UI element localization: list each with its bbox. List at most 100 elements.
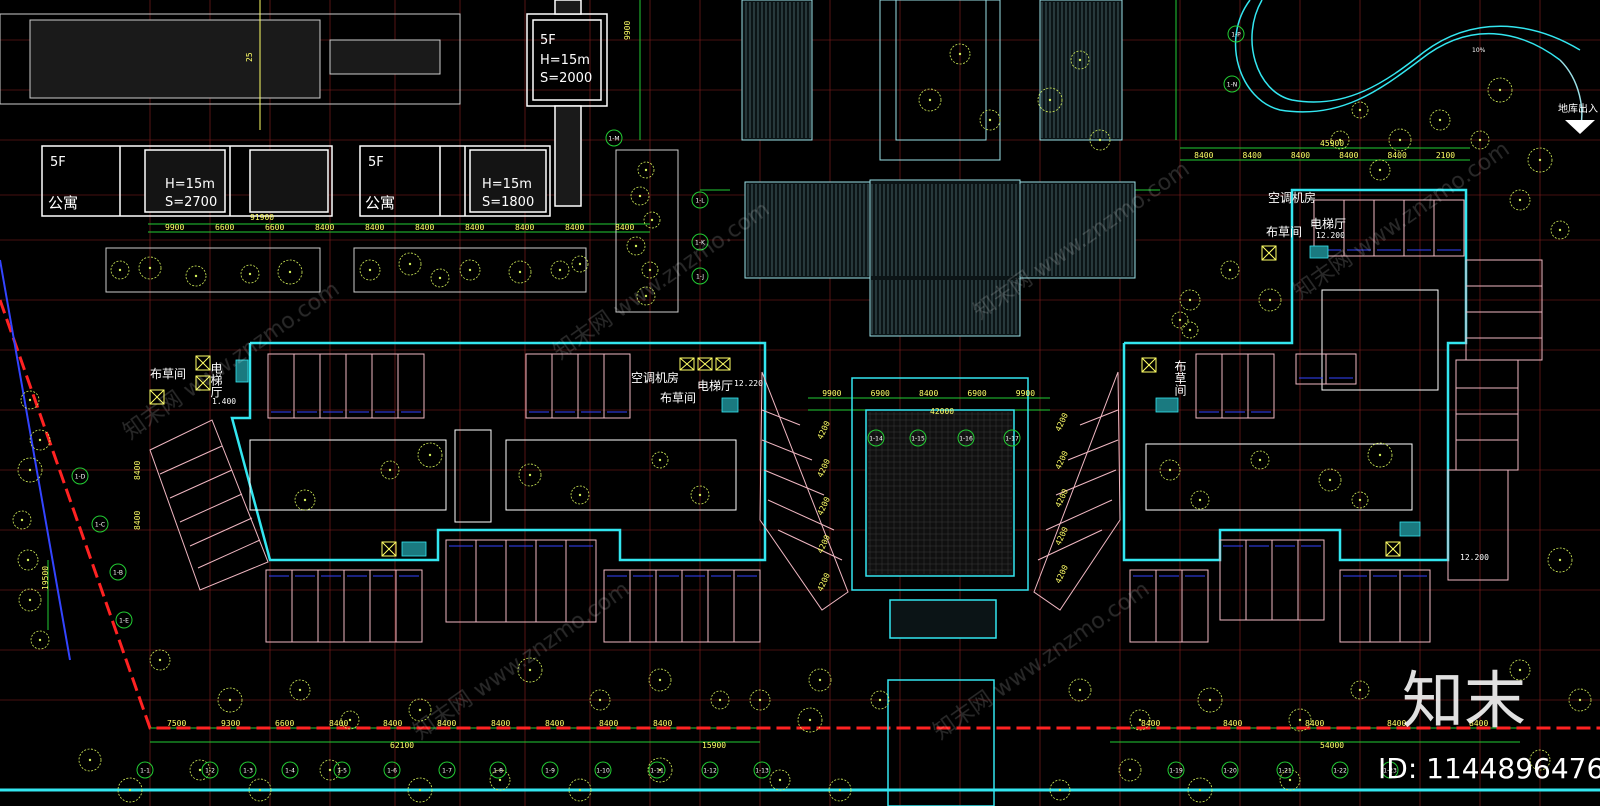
dimension-top-left: 8400 <box>315 223 334 232</box>
tree-center <box>1358 688 1362 692</box>
axis-bubble-top: 1-N <box>1227 82 1237 89</box>
tree-center <box>1198 788 1202 792</box>
tower-height: H=15m <box>540 53 590 68</box>
dimension-top-right: 8400 <box>1194 151 1213 160</box>
axis-bubble-plaza: 1-17 <box>1005 436 1019 443</box>
tree-center <box>988 118 992 122</box>
dimension-top-left: 8400 <box>565 223 584 232</box>
tree-center <box>1558 228 1562 232</box>
tree-center <box>1328 478 1332 482</box>
axis-bubble-bottom: 1-19 <box>1169 768 1183 775</box>
id-label: ID: 1144896476 <box>1378 752 1600 785</box>
tree-center <box>1078 688 1082 692</box>
tree-center <box>303 498 307 502</box>
dimension-top-left: 6600 <box>265 223 284 232</box>
tree-center <box>348 718 352 722</box>
tree-center <box>518 270 522 274</box>
apartment-right-use: 公寓 <box>365 194 395 212</box>
axis-bubble-bottom: 1-4 <box>285 768 295 775</box>
axis-bubble-plaza: 1-16 <box>959 436 973 443</box>
tree-center <box>158 658 162 662</box>
axis-bubble-bottom: 1-22 <box>1333 768 1347 775</box>
apartment-left-use: 公寓 <box>48 194 78 212</box>
dimension-bottom-right: 8400 <box>1305 719 1324 728</box>
cad-floor-plan: 5F H=15m S=2000 5F 公寓 H=15m S=2700 5F 公寓… <box>0 0 1600 806</box>
dimension-top-left: 8400 <box>465 223 484 232</box>
tree-center <box>1378 168 1382 172</box>
axis-bubble-bottom: 1-5 <box>337 768 347 775</box>
linen-room-right-vertical: 布草间 <box>1173 360 1187 396</box>
tree-center <box>1198 498 1202 502</box>
tree-center <box>28 598 32 602</box>
tree-center <box>1358 108 1362 112</box>
tree-center <box>1498 88 1502 92</box>
tree-center <box>1298 718 1302 722</box>
tree-center <box>1208 698 1212 702</box>
tree-center <box>1188 328 1192 332</box>
tree-center <box>418 788 422 792</box>
linen-room-right: 布草间 <box>1266 225 1302 239</box>
slope-label: 10% <box>1472 47 1486 54</box>
tree-center <box>28 398 32 402</box>
tree-center <box>1268 298 1272 302</box>
elevator-hall-center: 电梯厅 <box>697 379 733 393</box>
dimension-plaza-total: 42000 <box>930 407 954 416</box>
tree-center <box>1058 788 1062 792</box>
dimension-plaza: 6900 <box>967 389 986 398</box>
axis-bubble-top: 1-J <box>696 274 704 281</box>
dimension-top-right: 2100 <box>1436 151 1455 160</box>
dimension-plaza: 9900 <box>822 389 841 398</box>
axis-bubble-left: 1-C <box>95 522 105 529</box>
tree-center <box>1518 198 1522 202</box>
tree-center <box>118 268 122 272</box>
tower-area: S=2000 <box>540 71 592 86</box>
tree-center <box>1478 138 1482 142</box>
tree-center <box>808 718 812 722</box>
tree-center <box>1438 118 1442 122</box>
tree-center <box>634 244 638 248</box>
dimension-top-left: 8400 <box>515 223 534 232</box>
tree-center <box>558 268 562 272</box>
tree-center <box>298 688 302 692</box>
tree-center <box>428 453 432 457</box>
tree-center <box>648 268 652 272</box>
tree-center <box>1398 138 1402 142</box>
tree-center <box>1048 98 1052 102</box>
garage-entrance-label: 地库出入 <box>1558 102 1598 115</box>
apartment-left-area: S=2700 <box>165 195 217 210</box>
tree-center <box>148 266 152 270</box>
elevator-hall-right: 电梯厅 <box>1310 217 1346 231</box>
dimension-top-left: 8400 <box>615 223 634 232</box>
tree-center <box>228 698 232 702</box>
tree-center <box>468 268 472 272</box>
tree-center <box>128 788 132 792</box>
tree-center <box>1228 268 1232 272</box>
apartment-right-height: H=15m <box>482 177 532 192</box>
elevation-right-upper: 12.200 <box>1316 231 1345 240</box>
dimension-bottom-left: 8400 <box>653 719 672 728</box>
tree-center <box>1258 458 1262 462</box>
dimension-top-right: 8400 <box>1388 151 1407 160</box>
dimension-bottom-left: 8400 <box>599 719 618 728</box>
linen-room-center: 布草间 <box>660 391 696 405</box>
tree-center <box>658 678 662 682</box>
tree-center <box>368 268 372 272</box>
axis-bubble-left: 1-D <box>75 474 86 481</box>
axis-bubble-bottom: 1-2 <box>205 768 215 775</box>
dimension-bottom-right: 8400 <box>1141 719 1160 728</box>
axis-bubble-bottom: 1-12 <box>703 768 717 775</box>
tree-center <box>578 788 582 792</box>
axis-bubble-plaza: 1-14 <box>869 436 883 443</box>
dimension-bottom-left: 8400 <box>383 719 402 728</box>
tree-center <box>928 98 932 102</box>
axis-bubble-bottom: 1-20 <box>1223 768 1237 775</box>
tree-center <box>650 218 654 222</box>
dimension-bottom-mid-total: 15900 <box>702 741 726 750</box>
dimension-top-left: 9900 <box>165 223 184 232</box>
axis-bubble-plaza: 1-15 <box>911 436 925 443</box>
tree-center <box>1578 698 1582 702</box>
dimension-bottom-left: 8400 <box>329 719 348 728</box>
tree-center <box>258 788 262 792</box>
dimension-plaza: 8400 <box>919 389 938 398</box>
tree-center <box>26 558 30 562</box>
